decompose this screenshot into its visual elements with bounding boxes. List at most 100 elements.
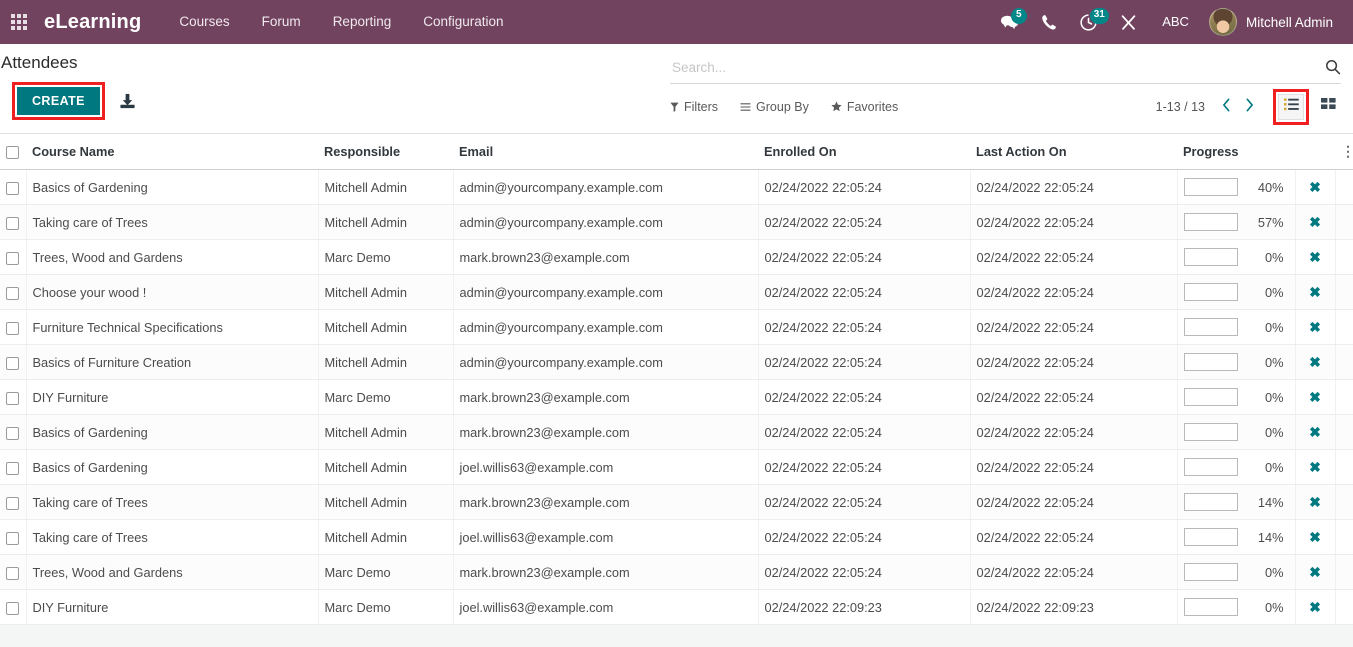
column-header-enrolled-on[interactable]: Enrolled On — [758, 134, 970, 171]
row-checkbox[interactable] — [6, 216, 19, 230]
menu-item-forum[interactable]: Forum — [246, 0, 317, 44]
delete-x-icon[interactable]: ✖ — [1309, 494, 1321, 510]
progress-label: 0% — [1265, 389, 1284, 405]
cell-course-name: DIY Furniture — [26, 379, 319, 416]
progress-bar — [1183, 318, 1238, 337]
column-header-course-name[interactable]: Course Name — [26, 134, 318, 171]
cell-responsible: Marc Demo — [318, 589, 454, 626]
cell-email: admin@yourcompany.example.com — [453, 344, 759, 381]
export-download-icon[interactable] — [119, 93, 136, 110]
cell-course-name: Furniture Technical Specifications — [26, 309, 319, 346]
create-button[interactable]: CREATE — [17, 87, 100, 115]
cell-options — [1335, 519, 1353, 556]
row-checkbox[interactable] — [6, 356, 19, 370]
row-checkbox[interactable] — [6, 461, 19, 475]
chevron-left-icon[interactable] — [1215, 98, 1238, 115]
delete-x-icon[interactable]: ✖ — [1309, 564, 1321, 580]
tools-icon[interactable] — [1109, 0, 1148, 44]
column-header-last-action-on[interactable]: Last Action On — [970, 134, 1177, 171]
cell-progress: 0% — [1177, 274, 1296, 311]
list-view-button[interactable] — [1278, 93, 1304, 120]
cell-enrolled-on: 02/24/2022 22:05:24 — [758, 519, 971, 556]
row-checkbox[interactable] — [6, 286, 19, 300]
delete-x-icon[interactable]: ✖ — [1309, 389, 1321, 405]
chevron-right-icon[interactable] — [1238, 98, 1261, 115]
delete-x-icon[interactable]: ✖ — [1309, 214, 1321, 230]
row-checkbox[interactable] — [6, 181, 19, 195]
menu-item-reporting[interactable]: Reporting — [317, 0, 408, 44]
table-row[interactable]: DIY Furniture Marc Demo mark.brown23@examp… — [0, 379, 1353, 416]
cell-progress: 0% — [1177, 379, 1296, 416]
delete-x-icon[interactable]: ✖ — [1309, 599, 1321, 615]
cell-course-name: Taking care of Trees — [26, 484, 319, 521]
row-checkbox[interactable] — [6, 496, 19, 510]
search-input[interactable] — [670, 59, 1317, 75]
delete-x-icon[interactable]: ✖ — [1309, 319, 1321, 335]
phone-icon[interactable] — [1030, 0, 1068, 44]
apps-grid-icon[interactable] — [6, 0, 32, 44]
app-brand-title[interactable]: eLearning — [44, 11, 141, 34]
cell-email: admin@yourcompany.example.com — [453, 274, 759, 311]
cell-enrolled-on: 02/24/2022 22:05:24 — [758, 309, 971, 346]
delete-x-icon[interactable]: ✖ — [1309, 179, 1321, 195]
progress-label: 0% — [1265, 459, 1284, 475]
cell-progress: 0% — [1177, 449, 1296, 486]
table-row[interactable]: Basics of Furniture Creation Mitchell Adm… — [0, 344, 1353, 381]
table-row[interactable]: Taking care of Trees Mitchell Admin admin@… — [0, 204, 1353, 241]
search-bar — [670, 51, 1341, 84]
row-checkbox[interactable] — [6, 426, 19, 440]
table-row[interactable]: Furniture Technical Specifications Mitche… — [0, 309, 1353, 346]
cell-options — [1335, 379, 1353, 416]
delete-x-icon[interactable]: ✖ — [1309, 529, 1321, 545]
cell-options — [1335, 554, 1353, 591]
language-abc-label[interactable]: ABC — [1148, 0, 1203, 44]
row-checkbox[interactable] — [6, 601, 19, 615]
cell-enrolled-on: 02/24/2022 22:05:24 — [758, 239, 971, 276]
column-header-progress[interactable]: Progress — [1177, 134, 1295, 171]
delete-x-icon[interactable]: ✖ — [1309, 284, 1321, 300]
row-checkbox[interactable] — [6, 566, 19, 580]
menu-item-configuration[interactable]: Configuration — [407, 0, 519, 44]
row-checkbox[interactable] — [6, 391, 19, 405]
search-icon[interactable] — [1317, 59, 1341, 75]
favorites-button[interactable]: Favorites — [831, 100, 898, 114]
options-vertical-dots-icon[interactable]: ⋮ — [1335, 134, 1353, 171]
table-row[interactable]: Choose your wood ! Mitchell Admin admin@yo… — [0, 274, 1353, 311]
main-menu: Courses Forum Reporting Configuration — [163, 0, 519, 44]
delete-x-icon[interactable]: ✖ — [1309, 249, 1321, 265]
table-row[interactable]: Basics of Gardening Mitchell Admin joel.wi… — [0, 449, 1353, 486]
row-checkbox[interactable] — [6, 531, 19, 545]
kanban-view-button[interactable] — [1315, 94, 1341, 120]
favorites-star-icon — [831, 101, 842, 112]
table-row[interactable]: Taking care of Trees Mitchell Admin joel.w… — [0, 519, 1353, 556]
table-row[interactable]: Basics of Gardening Mitchell Admin mark.br… — [0, 414, 1353, 451]
cell-email: mark.brown23@example.com — [453, 554, 759, 591]
delete-x-icon[interactable]: ✖ — [1309, 354, 1321, 370]
messages-icon[interactable]: 5 — [989, 0, 1030, 44]
group-by-label: Group By — [756, 99, 809, 114]
table-row[interactable]: Trees, Wood and Gardens Marc Demo mark.bro… — [0, 239, 1353, 276]
delete-x-icon[interactable]: ✖ — [1309, 459, 1321, 475]
table-row[interactable]: Taking care of Trees Mitchell Admin mark.b… — [0, 484, 1353, 521]
group-by-button[interactable]: Group By — [740, 100, 809, 114]
kanban-view-icon — [1320, 97, 1336, 116]
filters-button[interactable]: Filters — [670, 100, 718, 114]
user-menu[interactable]: Mitchell Admin — [1203, 8, 1343, 36]
progress-bar — [1183, 563, 1238, 582]
delete-x-icon[interactable]: ✖ — [1309, 424, 1321, 440]
breadcrumb: Attendees — [1, 53, 78, 72]
row-checkbox[interactable] — [6, 251, 19, 265]
table-row[interactable]: Trees, Wood and Gardens Marc Demo mark.bro… — [0, 554, 1353, 591]
table-row[interactable]: Basics of Gardening Mitchell Admin admin@y… — [0, 169, 1353, 206]
menu-item-courses[interactable]: Courses — [163, 0, 245, 44]
cell-enrolled-on: 02/24/2022 22:05:24 — [758, 414, 971, 451]
column-header-responsible[interactable]: Responsible — [318, 134, 453, 171]
cell-options — [1335, 449, 1353, 486]
column-header-email[interactable]: Email — [453, 134, 758, 171]
table-row[interactable]: DIY Furniture Marc Demo joel.willis63@exam… — [0, 589, 1353, 626]
activities-clock-icon[interactable]: 31 — [1068, 0, 1109, 44]
row-checkbox[interactable] — [6, 321, 19, 335]
cell-course-name: Taking care of Trees — [26, 519, 319, 556]
select-all-checkbox[interactable] — [6, 146, 19, 160]
cell-course-name: Choose your wood ! — [26, 274, 319, 311]
